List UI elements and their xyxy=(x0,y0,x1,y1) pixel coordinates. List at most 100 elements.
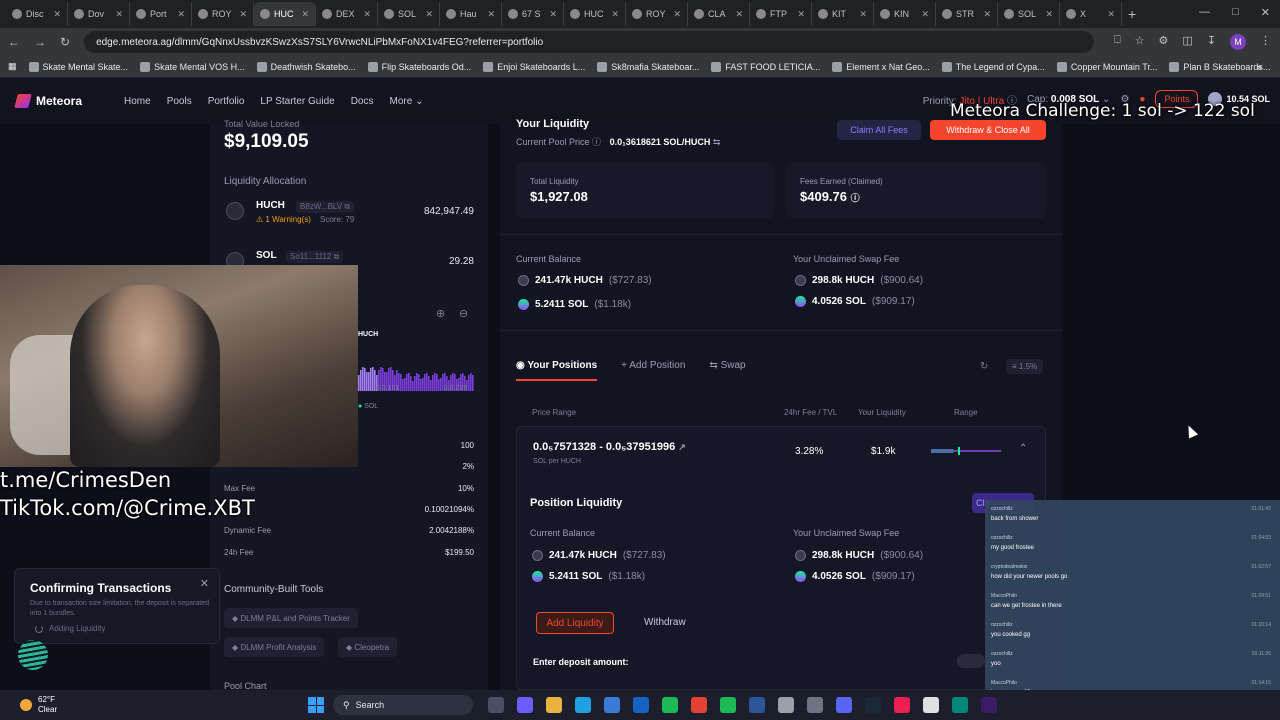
close-icon[interactable]: ✕ xyxy=(239,9,247,20)
browser-tab[interactable]: HUC ✕ xyxy=(254,2,316,26)
tiktok-icon[interactable] xyxy=(894,697,910,713)
bookmark-item[interactable]: Flip Skateboards Od... xyxy=(367,61,471,72)
bookmarks-overflow-icon[interactable]: » xyxy=(1257,62,1262,72)
maximize-icon[interactable]: □ xyxy=(1232,6,1239,19)
taskbar-search[interactable]: ⚲ Search xyxy=(333,695,473,715)
swap-direction-icon[interactable]: ⇆ xyxy=(713,137,721,147)
nav-more[interactable]: More ⌄ xyxy=(390,96,424,107)
zoom-out-icon[interactable]: ⊖ xyxy=(459,307,468,320)
browser-tab[interactable]: SOL ✕ xyxy=(378,2,440,26)
nav-home[interactable]: Home xyxy=(124,96,151,107)
auto-fill-toggle[interactable] xyxy=(957,654,985,668)
withdraw-tab[interactable]: Withdraw xyxy=(644,617,686,628)
slippage-button[interactable]: ≡ 1.5% xyxy=(1006,359,1044,374)
minimize-icon[interactable]: — xyxy=(1199,6,1210,19)
steam-icon[interactable] xyxy=(865,697,881,713)
settings-icon[interactable] xyxy=(807,697,823,713)
close-icon[interactable]: ✕ xyxy=(487,9,495,20)
chevron-up-icon[interactable]: ⌃ xyxy=(1019,443,1027,454)
position-price-range[interactable]: 0.0₅7571328 - 0.0₅37951996 ↗ xyxy=(533,441,686,453)
add-liquidity-tab[interactable]: Add Liquidity xyxy=(536,612,614,634)
browser-tab[interactable]: 67 S ✕ xyxy=(502,2,564,26)
discord-icon[interactable] xyxy=(836,697,852,713)
close-icon[interactable]: ✕ xyxy=(797,9,805,20)
bookmark-item[interactable]: Copper Mountain Tr... xyxy=(1056,61,1157,72)
close-icon[interactable]: ✕ xyxy=(301,9,309,20)
brand-logo[interactable]: Meteora xyxy=(14,94,124,108)
weather-widget[interactable]: 62°F Clear xyxy=(20,695,57,715)
nav-portfolio[interactable]: Portfolio xyxy=(208,96,245,107)
bookmark-item[interactable]: Element x Nat Geo... xyxy=(832,61,930,72)
url-input[interactable]: edge.meteora.ag/dlmm/GqNnxUssbvzKSwzXsS7… xyxy=(84,31,1095,53)
after-effects-icon[interactable] xyxy=(981,697,997,713)
close-icon[interactable]: ✕ xyxy=(1107,9,1115,20)
bookmark-item[interactable]: Plan B Skateboards... xyxy=(1169,61,1270,72)
bookmark-star-icon[interactable]: ☆ xyxy=(1135,34,1145,50)
close-icon[interactable]: ✕ xyxy=(549,9,557,20)
task-view-icon[interactable] xyxy=(488,697,504,713)
close-icon[interactable]: ✕ xyxy=(1045,9,1053,20)
apps-grid-icon[interactable]: ▦ xyxy=(8,61,17,72)
browser-tab[interactable]: Hau ✕ xyxy=(440,2,502,26)
browser-tab[interactable]: X ✕ xyxy=(1060,2,1122,26)
browser-tab[interactable]: SOL ✕ xyxy=(998,2,1060,26)
bookmark-item[interactable]: Skate Mental Skate... xyxy=(28,61,128,72)
browser-tab[interactable]: CLA ✕ xyxy=(688,2,750,26)
nav-pools[interactable]: Pools xyxy=(167,96,192,107)
tab-your-positions[interactable]: ◉ Your Positions xyxy=(516,360,598,381)
close-window-icon[interactable]: ✕ xyxy=(1261,6,1270,19)
file-explorer-icon[interactable] xyxy=(546,697,562,713)
split-screen-icon[interactable]: ◫ xyxy=(1182,34,1192,50)
nav-lp-starter-guide[interactable]: LP Starter Guide xyxy=(260,96,334,107)
close-icon[interactable]: ✕ xyxy=(200,577,209,590)
browser-tab[interactable]: DEX ✕ xyxy=(316,2,378,26)
copilot-icon[interactable] xyxy=(517,697,533,713)
token-address[interactable]: So11...1112 ⧉ xyxy=(286,251,344,263)
profile-avatar[interactable]: M xyxy=(1230,34,1247,50)
zoom-in-icon[interactable]: ⊕ xyxy=(436,307,445,320)
close-icon[interactable]: ✕ xyxy=(983,9,991,20)
outlook-icon[interactable] xyxy=(633,697,649,713)
token-warning[interactable]: ⚠ 1 Warning(s) xyxy=(256,215,311,224)
tool-cleopetra[interactable]: ◆ Cleopetra xyxy=(338,637,398,657)
close-icon[interactable]: ✕ xyxy=(859,9,867,20)
browser-icon[interactable] xyxy=(778,697,794,713)
reload-icon[interactable]: ↻ xyxy=(60,35,70,49)
bookmark-item[interactable]: Enjoi Skateboards L... xyxy=(483,61,585,72)
close-icon[interactable]: ✕ xyxy=(177,9,185,20)
token-address[interactable]: B8zW...BLV ⧉ xyxy=(296,201,355,213)
spotify-icon-a[interactable] xyxy=(662,697,678,713)
forward-arrow-icon[interactable]: → xyxy=(34,35,46,49)
back-arrow-icon[interactable]: ← xyxy=(8,35,20,49)
close-icon[interactable]: ✕ xyxy=(425,9,433,20)
bookmark-item[interactable]: Deathwish Skatebo... xyxy=(256,61,356,72)
tool-pnl-tracker[interactable]: ◆ DLMM P&L and Points Tracker xyxy=(224,608,358,628)
info-icon[interactable]: ⓘ xyxy=(851,193,860,203)
chrome-icon[interactable] xyxy=(691,697,707,713)
bookmark-item[interactable]: FAST FOOD LETICIA... xyxy=(711,61,820,72)
meet-icon[interactable] xyxy=(952,697,968,713)
store-icon[interactable] xyxy=(604,697,620,713)
tab-swap[interactable]: ⇆ Swap xyxy=(709,360,745,381)
refresh-icon[interactable]: ↻ xyxy=(980,361,988,372)
browser-tab[interactable]: FTP ✕ xyxy=(750,2,812,26)
install-app-icon[interactable]: ⎕ xyxy=(1114,34,1121,50)
tab-add-position[interactable]: + Add Position xyxy=(621,360,685,381)
browser-tab[interactable]: Dov ✕ xyxy=(68,2,130,26)
downloads-icon[interactable]: ↧ xyxy=(1207,34,1216,50)
browser-tab[interactable]: HUC ✕ xyxy=(564,2,626,26)
claim-all-fees-button[interactable]: Claim All Fees xyxy=(837,120,921,140)
edge-icon[interactable] xyxy=(575,697,591,713)
browser-tab[interactable]: ROY ✕ xyxy=(626,2,688,26)
capcut-icon[interactable] xyxy=(923,697,939,713)
bookmark-item[interactable]: Skate Mental VOS H... xyxy=(140,61,245,72)
windows-start-icon[interactable] xyxy=(308,697,324,713)
extensions-icon[interactable]: ⚙ xyxy=(1159,34,1169,50)
close-icon[interactable]: ✕ xyxy=(115,9,123,20)
bookmark-item[interactable]: The Legend of Cypa... xyxy=(941,61,1045,72)
browser-tab[interactable]: Disc ✕ xyxy=(6,2,68,26)
close-icon[interactable]: ✕ xyxy=(735,9,743,20)
browser-tab[interactable]: ROY ✕ xyxy=(192,2,254,26)
menu-dots-icon[interactable]: ⋮ xyxy=(1260,34,1271,50)
bookmark-item[interactable]: Sk8mafia Skateboar... xyxy=(597,61,699,72)
